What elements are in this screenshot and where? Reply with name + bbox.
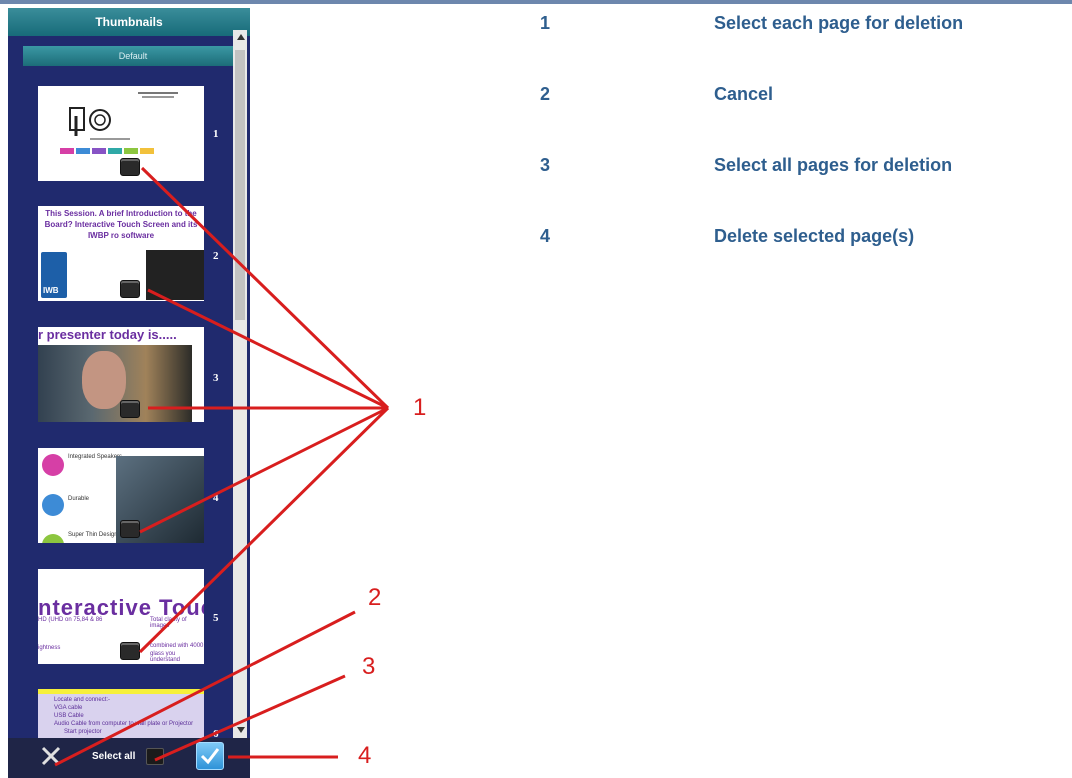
page-6-highlight (38, 689, 204, 694)
legend-number-1: 1 (540, 13, 551, 33)
delete-confirm-check-button[interactable] (196, 742, 224, 770)
page-number-1: 1 (213, 128, 219, 140)
legend-number-3: 3 (540, 155, 551, 175)
checkmark-icon (200, 748, 220, 765)
page-6-line-2: VGA cable (54, 705, 83, 711)
legend-label-3: Select all pages for deletion (714, 155, 953, 175)
page-5-delete-checkbox[interactable] (120, 642, 140, 660)
iwb-badge: IWB (43, 286, 59, 295)
page-4-item-3: Super Thin Design (68, 532, 118, 538)
page-1-delete-checkbox[interactable] (120, 158, 140, 176)
page-number-5: 5 (213, 612, 219, 624)
thin-icon (42, 534, 64, 543)
cancel-x-icon[interactable] (40, 745, 62, 767)
page-4-delete-checkbox[interactable] (120, 520, 140, 538)
page-2-screen-image (146, 250, 204, 300)
page-5-line-2: ightness (38, 645, 61, 651)
select-all-checkbox[interactable] (146, 748, 164, 765)
scrollbar-thumb[interactable] (235, 50, 245, 320)
page-number-3: 3 (213, 372, 219, 384)
durable-icon (42, 494, 64, 516)
page-4-item-1: Integrated Speakers (68, 454, 123, 460)
page-6-line-4: Audio Cable from computer to wall plate … (54, 721, 194, 727)
page-number-4: 4 (213, 492, 219, 504)
presenter-face (82, 351, 126, 409)
page-2-title: This Session. A brief Introduction to th… (44, 209, 198, 240)
page-thumbnail-6[interactable]: Locate and connect:- VGA cable USB Cable… (38, 689, 204, 739)
scroll-up-arrow-icon[interactable] (237, 34, 245, 40)
page-number-2: 2 (213, 250, 219, 262)
page-3-title: r presenter today is..... (38, 327, 177, 342)
default-button[interactable]: Default (23, 46, 243, 66)
page-6-line-5: Start projector (64, 729, 102, 735)
page-5-line-3: Total clarity of images (150, 617, 187, 629)
callout-number-1: 1 (413, 394, 427, 421)
page-5-line-1: HD (UHD on 75,84 & 86 (38, 617, 103, 623)
legend-number-4: 4 (540, 226, 551, 246)
page-6-line-3: USB Cable (54, 713, 84, 719)
legend-label-1: Select each page for deletion (714, 13, 964, 33)
callout-number-3: 3 (362, 653, 376, 680)
scroll-down-arrow-icon[interactable] (237, 727, 245, 733)
page-4-item-2: Durable (68, 496, 90, 502)
page-3-delete-checkbox[interactable] (120, 400, 140, 418)
callout-number-4: 4 (358, 742, 372, 769)
legend-label-4: Delete selected page(s) (714, 226, 915, 246)
legend-number-2: 2 (540, 84, 551, 104)
select-all-label: Select all (92, 751, 136, 762)
top-rule (0, 0, 1072, 4)
speaker-icon (42, 454, 64, 476)
page-6-line-1: Locate and connect:- (54, 697, 111, 703)
legend-label-2: Cancel (714, 84, 774, 104)
callout-number-2: 2 (368, 584, 382, 611)
page-5-line-4: combined with 4000 (150, 643, 204, 649)
iwb-logo: IWB (41, 252, 67, 298)
panel-title: Thumbnails (8, 8, 250, 36)
page-5-line-5: glass you understand (150, 651, 181, 663)
page-2-delete-checkbox[interactable] (120, 280, 140, 298)
